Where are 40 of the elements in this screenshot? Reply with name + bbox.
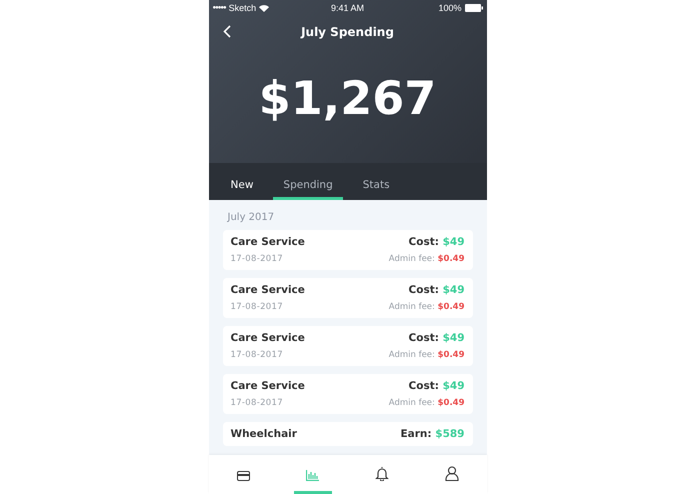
transaction-card[interactable]: Care Service 17-08-2017 Cost: $49 Admin fee: $0.49 [222, 230, 472, 270]
carrier: Sketch [228, 3, 256, 13]
section-heading: July 2017 [228, 212, 276, 223]
card-icon [236, 471, 250, 481]
fee-text: Admin fee: $0.49 [388, 350, 464, 360]
amount-text: Cost: $49 [408, 236, 464, 248]
amount-text: Cost: $49 [408, 284, 464, 296]
tab[interactable]: Spending [273, 163, 343, 200]
transaction-name: Care Service [230, 380, 305, 392]
transaction-card[interactable]: Care Service 17-08-2017 Cost: $49 Admin fee: $0.49 [222, 278, 472, 318]
bar-chart-icon [306, 470, 320, 481]
total-amount: $1,267 [258, 70, 436, 124]
transaction-name: Care Service [230, 332, 305, 344]
fee-text: Admin fee: $0.49 [388, 254, 464, 264]
screen-title: July Spending [301, 25, 394, 39]
transaction-card[interactable]: Wheelchair Earn: $589 [222, 422, 472, 446]
transaction-date: 17-08-2017 [230, 398, 284, 408]
transaction-card[interactable]: Care Service 17-08-2017 Cost: $49 Admin fee: $0.49 [222, 374, 472, 414]
amount-text: Cost: $49 [408, 380, 464, 392]
transaction-date: 17-08-2017 [230, 350, 284, 360]
tab[interactable]: Stats [352, 163, 400, 200]
bell-icon [375, 466, 390, 481]
amount-text: Earn: $589 [400, 428, 464, 440]
transaction-name: Care Service [230, 284, 305, 296]
back-button[interactable] [220, 25, 232, 39]
wifi-icon [259, 4, 270, 12]
active-indicator [294, 491, 332, 494]
clock: 9:41 AM [330, 3, 364, 13]
person-icon [444, 466, 459, 481]
battery-level: 100% [438, 3, 462, 13]
amount-text: Cost: $49 [408, 332, 464, 344]
transaction-date: 17-08-2017 [230, 254, 284, 264]
transaction-date: 17-08-2017 [230, 302, 284, 312]
fee-text: Admin fee: $0.49 [388, 302, 464, 312]
transaction-name: Wheelchair [230, 428, 297, 440]
battery-icon [464, 4, 482, 12]
transaction-name: Care Service [230, 236, 305, 248]
tab[interactable]: New [220, 163, 264, 200]
transaction-card[interactable]: Care Service 17-08-2017 Cost: $49 Admin fee: $0.49 [222, 326, 472, 366]
fee-text: Admin fee: $0.49 [388, 398, 464, 408]
